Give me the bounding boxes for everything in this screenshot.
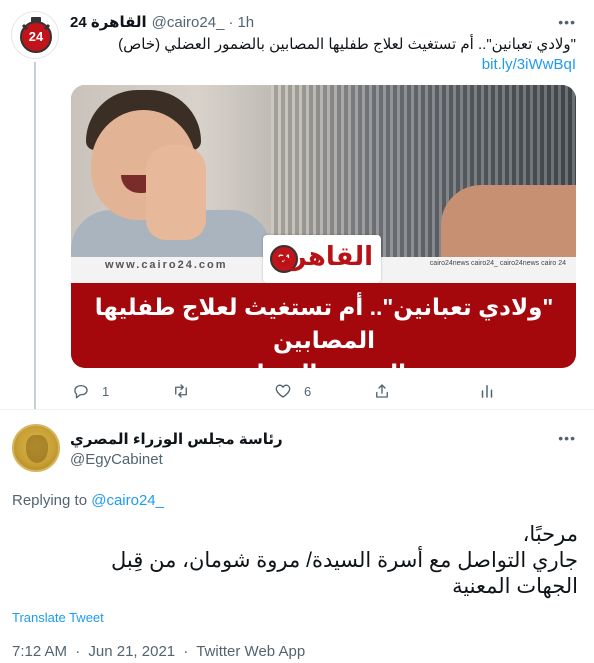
retweet-icon [175,384,187,398]
tweet-date[interactable]: Jun 21, 2021 [88,643,175,660]
analytics-button[interactable] [478,380,496,402]
cairo24-media-logo: 24 القاهرة [263,235,381,283]
child-photo [71,85,576,257]
cairo24-avatar[interactable]: 24 [11,11,59,59]
replying-prefix: Replying to [12,492,88,509]
reply-button[interactable]: 1 [72,380,109,402]
tweet-time[interactable]: 7:12 AM [12,643,67,660]
like-icon [275,384,291,398]
replying-to-link[interactable]: @cairo24_ [91,492,164,509]
parent-tweet[interactable]: 24 القاهرة 24 @cairo24_ · 1h ••• "ولادي … [0,0,594,409]
thread-connector-line [34,62,36,409]
parent-tweet-time[interactable]: 1h [237,14,254,31]
tweet-metadata: 7:12 AM · Jun 21, 2021 · Twitter Web App [12,643,305,660]
like-count: 6 [304,383,312,399]
site-url-text: www.cairo24.com [105,259,228,271]
like-button[interactable]: 6 [274,380,311,402]
reply-text-line-1: مرحبًا، [522,523,578,546]
reply-author-name[interactable]: رئاسة مجلس الوزراء المصري [70,430,283,448]
eagle-emblem-icon [26,435,48,463]
parent-tweet-header: القاهرة 24 @cairo24_ · 1h [70,12,254,32]
share-icon [376,384,388,398]
egycabinet-avatar[interactable] [12,424,60,472]
reply-more-icon[interactable]: ••• [558,430,576,446]
headline-text: "ولادي تعبانين".. أم تستغيث لعلاج طفليها… [84,291,564,368]
meta-separator-2: · [183,643,189,660]
retweet-button[interactable] [172,380,202,402]
tweet-source-app[interactable]: Twitter Web App [196,643,305,660]
reply-tweet-text: مرحبًا، جاري التواصل مع أسرة السيدة/ مرو… [18,522,578,600]
headline-line-2: بالضمور العضلي [84,357,564,368]
social-handles-text: cairo24news cairo24_ cairo24news cairo 2… [429,260,566,267]
meta-separator-1: · [75,643,81,660]
parent-author-name[interactable]: القاهرة 24 [70,13,147,31]
headline-line-1: "ولادي تعبانين".. أم تستغيث لعلاج طفليها… [94,294,554,353]
header-separator: · [228,13,234,31]
parent-tweet-media[interactable]: www.cairo24.com cairo24news cairo24_ cai… [71,85,576,368]
replying-to-line: Replying to @cairo24_ [12,492,164,509]
logo-text: القاهرة [276,241,373,271]
reply-count: 1 [102,383,110,399]
parent-tweet-link[interactable]: bit.ly/3iWwBqI [482,55,576,74]
more-icon[interactable]: ••• [558,14,576,30]
parent-tweet-text: "ولادي تعبانين".. أم تستغيث لعلاج طفليها… [118,36,576,53]
reply-author-handle[interactable]: @EgyCabinet [70,451,163,468]
share-button[interactable] [373,380,391,402]
translate-tweet-link[interactable]: Translate Tweet [12,610,104,625]
analytics-icon [481,385,493,398]
reply-icon [74,385,88,399]
tweet-divider [0,409,594,410]
reply-text-line-2: جاري التواصل مع أسرة السيدة/ مروة شومان،… [110,549,578,572]
reply-text-line-3: الجهات المعنية [452,575,578,598]
avatar-badge-text: 24 [28,29,44,44]
parent-author-handle[interactable]: @cairo24_ [152,14,225,31]
